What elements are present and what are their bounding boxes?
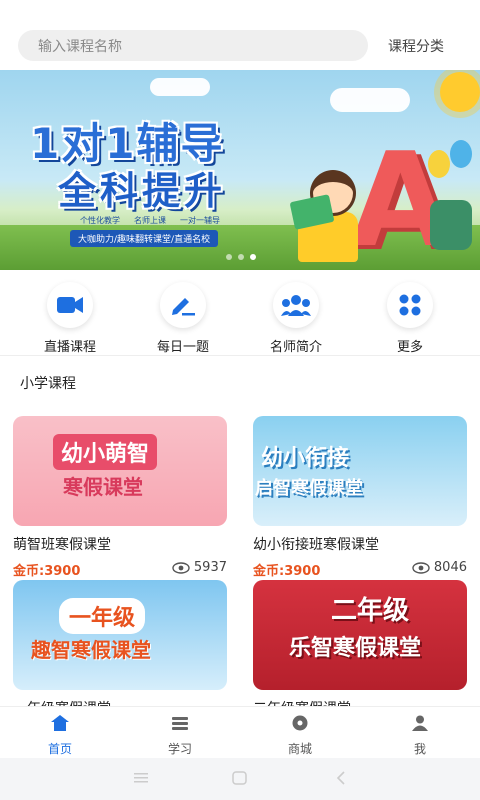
course-thumbnail: 幼小萌智 寒假课堂: [13, 416, 227, 526]
backpack-illustration: [430, 200, 472, 250]
promo-banner[interactable]: 1对1辅导 全科提升 个性化教学 名师上课 一对一辅导 大咖助力/趣味翻转课堂/…: [0, 70, 480, 270]
course-category-button[interactable]: 课程分类: [388, 36, 444, 56]
view-count: 8046: [412, 560, 467, 575]
thumbnail-text: 二年级: [331, 596, 410, 626]
course-price: 金币:3900: [253, 564, 321, 579]
thumbnail-text: 幼小萌智: [53, 434, 158, 470]
course-meta: 金币:3900 5937: [13, 560, 227, 579]
pencil-icon: [160, 282, 206, 328]
carousel-dot[interactable]: [238, 254, 244, 260]
thumbnail-text: 趣智寒假课堂: [31, 638, 151, 662]
sun-icon: [440, 72, 480, 112]
banner-tag: 个性化教学: [80, 216, 120, 225]
eye-icon: [412, 561, 430, 574]
search-placeholder: 输入课程名称: [38, 39, 122, 55]
thumbnail-text: 一年级: [59, 598, 146, 634]
balloon-icon: [450, 140, 472, 168]
home-icon: [51, 715, 69, 731]
four-dots-icon: [387, 282, 433, 328]
course-thumbnail: 幼小衔接 启智寒假课堂: [253, 416, 467, 526]
quick-nav: 直播课程 每日一题 名师简介 更多: [0, 270, 480, 356]
course-price: 金币:3900: [13, 564, 81, 579]
carousel-dot[interactable]: [226, 254, 232, 260]
quick-nav-daily-question[interactable]: 每日一题: [133, 282, 233, 355]
cloud-decoration: [330, 88, 410, 112]
tab-profile[interactable]: 我: [390, 715, 450, 757]
course-card[interactable]: 幼小萌智 寒假课堂 萌智班寒假课堂 金币:3900 5937: [13, 416, 227, 579]
quick-nav-label: 每日一题: [156, 340, 209, 355]
cloud-decoration: [150, 78, 210, 96]
banner-tag: 一对一辅导: [180, 216, 220, 225]
thumbnail-text: 启智寒假课堂: [255, 478, 363, 499]
video-camera-icon: [47, 282, 93, 328]
thumbnail-text: 寒假课堂: [63, 475, 143, 499]
carousel-indicator: [226, 254, 256, 260]
view-count-value: 8046: [433, 560, 467, 575]
tab-label: 我: [413, 742, 426, 756]
course-meta: 金币:3900 8046: [253, 560, 467, 579]
bottom-tab-bar: 首页 学习 商城 我: [0, 706, 480, 758]
study-icon: [172, 717, 188, 730]
quick-nav-label: 直播课程: [43, 340, 96, 355]
system-nav-bar: [0, 758, 480, 800]
shop-icon: [292, 715, 308, 731]
app-screen: 输入课程名称 课程分类 1对1辅导 全科提升 个性化教学 名师上课 一对一辅导 …: [0, 0, 480, 800]
course-card[interactable]: 一年级 趣智寒假课堂 一年级寒假课堂: [13, 580, 227, 718]
tab-shop[interactable]: 商城: [270, 715, 330, 757]
banner-slogan: 大咖助力/趣味翻转课堂/直通名校: [70, 230, 219, 247]
tab-home[interactable]: 首页: [30, 715, 90, 757]
banner-tag: 名师上课: [134, 216, 166, 225]
tab-label: 学习: [167, 742, 192, 756]
quick-nav-label: 名师简介: [269, 340, 322, 355]
tab-label: 商城: [287, 742, 312, 756]
quick-nav-teachers[interactable]: 名师简介: [246, 282, 346, 355]
view-count: 5937: [172, 560, 227, 575]
course-thumbnail: 一年级 趣智寒假课堂: [13, 580, 227, 690]
menu-icon[interactable]: [134, 772, 148, 784]
quick-nav-more[interactable]: 更多: [360, 282, 460, 355]
banner-tags: 个性化教学 名师上课 一对一辅导: [80, 215, 220, 226]
back-icon[interactable]: [336, 771, 346, 785]
course-card[interactable]: 二年级 乐智寒假课堂 二年级寒假课堂: [253, 580, 467, 718]
section-title: 小学课程: [20, 376, 76, 392]
search-input[interactable]: 输入课程名称: [18, 30, 368, 61]
quick-nav-live-course[interactable]: 直播课程: [20, 282, 120, 355]
course-thumbnail: 二年级 乐智寒假课堂: [253, 580, 467, 690]
home-button-icon[interactable]: [232, 771, 247, 785]
tab-label: 首页: [47, 742, 72, 756]
carousel-dot-active[interactable]: [250, 254, 256, 260]
tab-study[interactable]: 学习: [150, 715, 210, 757]
course-title: 幼小衔接班寒假课堂: [253, 537, 379, 553]
course-title: 萌智班寒假课堂: [13, 537, 111, 553]
balloon-icon: [428, 150, 450, 178]
eye-icon: [172, 561, 190, 574]
teachers-group-icon: [273, 282, 319, 328]
banner-title-line2: 全科提升: [58, 169, 227, 213]
top-header: 输入课程名称 课程分类: [0, 0, 480, 70]
thumbnail-text: 乐智寒假课堂: [289, 636, 422, 661]
course-card[interactable]: 幼小衔接 启智寒假课堂 幼小衔接班寒假课堂 金币:3900 8046: [253, 416, 467, 579]
view-count-value: 5937: [193, 560, 227, 575]
profile-icon: [412, 715, 428, 731]
thumbnail-text: 幼小衔接: [261, 446, 350, 471]
quick-nav-label: 更多: [396, 340, 423, 355]
